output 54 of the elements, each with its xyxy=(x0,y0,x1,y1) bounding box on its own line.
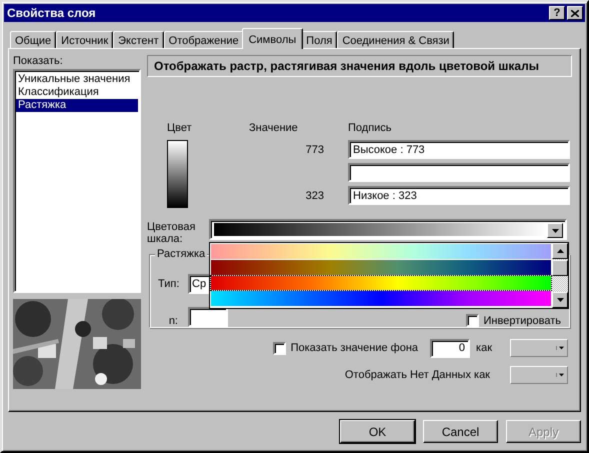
list-item[interactable]: Растяжка xyxy=(16,99,138,112)
close-button[interactable] xyxy=(567,6,583,20)
color-gradient-bar xyxy=(167,140,188,208)
tab[interactable]: Соединения & Связи xyxy=(337,31,454,48)
as-label: как xyxy=(476,342,492,354)
background-label: Показать значение фона xyxy=(290,342,418,354)
color-ramp-option[interactable] xyxy=(211,260,551,274)
dialog-button[interactable]: OK xyxy=(340,420,415,443)
tab[interactable]: Общие xyxy=(10,31,56,48)
tab[interactable]: Отображение xyxy=(164,31,244,48)
color-dropdown[interactable] xyxy=(510,339,568,357)
scroll-down-button[interactable] xyxy=(552,292,568,308)
tab[interactable]: Экстент xyxy=(113,31,164,48)
group-title: Растяжка xyxy=(155,248,208,260)
scroll-thumb[interactable] xyxy=(552,260,568,276)
checkbox[interactable] xyxy=(272,342,286,354)
tab[interactable]: Поля xyxy=(301,31,338,48)
color-ramp-label: Цветовая шкала: xyxy=(147,220,196,247)
color-dropdown[interactable] xyxy=(510,366,568,384)
help-button[interactable]: ? xyxy=(549,6,565,20)
column-heading: Подпись xyxy=(348,122,393,134)
show-label: Показать: xyxy=(13,55,64,68)
invert-label: Инвертировать xyxy=(484,315,561,327)
type-label: Тип: xyxy=(158,278,180,290)
caret-down-icon xyxy=(556,298,564,302)
caret-down-icon xyxy=(556,373,564,377)
window-title: Свойства слоя xyxy=(7,6,97,20)
color-ramp-option[interactable] xyxy=(211,244,551,259)
checkbox[interactable] xyxy=(466,314,479,327)
label-field[interactable]: Высокое : 773 xyxy=(348,140,570,159)
close-icon xyxy=(571,10,579,16)
dialog-button[interactable]: Cancel xyxy=(423,420,498,443)
background-value-field[interactable]: 0 xyxy=(430,338,470,358)
color-ramp-option[interactable] xyxy=(211,276,551,290)
label-field[interactable]: Низкое : 323 xyxy=(348,186,570,205)
nodata-label: Отображать Нет Данных как xyxy=(344,369,490,381)
n-field[interactable] xyxy=(188,307,228,327)
value-text: 323 xyxy=(304,190,325,202)
caret-down-icon xyxy=(552,228,558,232)
tab[interactable]: Источник xyxy=(56,31,114,48)
n-label: n: xyxy=(168,315,179,327)
column-heading: Цвет xyxy=(166,122,193,134)
value-text: 773 xyxy=(304,144,325,156)
caret-down-icon xyxy=(556,346,564,350)
scrollbar[interactable] xyxy=(552,243,568,308)
color-ramp-option[interactable] xyxy=(211,291,551,306)
tab[interactable]: Символы xyxy=(242,28,304,49)
scroll-up-button[interactable] xyxy=(552,243,568,259)
list-item[interactable]: Уникальные значения xyxy=(16,73,138,86)
list-item[interactable]: Классификация xyxy=(16,86,138,99)
caret-up-icon xyxy=(556,249,564,253)
label-field[interactable] xyxy=(348,163,570,182)
description-header: Отображать растр, растягивая значения вдоль цветовой шкалы xyxy=(147,55,572,77)
column-heading: Значение xyxy=(249,122,299,134)
